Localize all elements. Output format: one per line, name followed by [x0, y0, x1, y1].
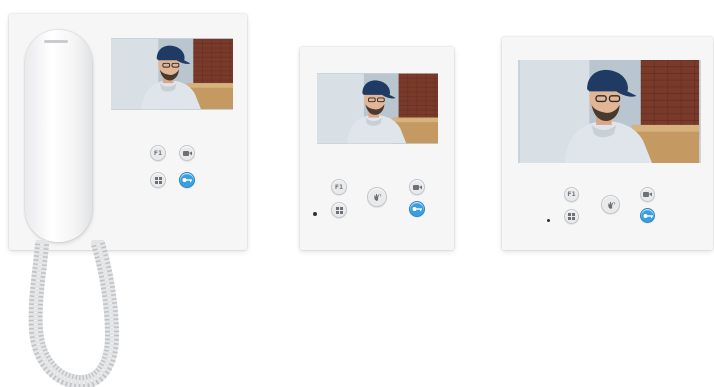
key-icon — [412, 207, 422, 212]
talk-button-3[interactable] — [601, 195, 620, 214]
camera-icon — [643, 192, 652, 197]
video-screen-1 — [111, 38, 233, 110]
f1-button-3[interactable]: F1 — [564, 187, 579, 202]
video-feed-image — [317, 73, 438, 144]
status-led-3 — [547, 219, 550, 222]
f1-label: F1 — [567, 191, 576, 198]
camera-icon — [182, 150, 192, 156]
camera-icon — [412, 184, 422, 190]
menu-button-2[interactable] — [331, 202, 347, 218]
coiled-cord — [28, 240, 120, 387]
camera-button-2[interactable] — [409, 179, 425, 195]
video-feed-image — [518, 60, 701, 163]
f1-button-1[interactable]: F1 — [150, 145, 166, 161]
f1-label: F1 — [153, 149, 163, 157]
door-key-button-3[interactable] — [640, 208, 655, 223]
door-key-button-1[interactable] — [179, 172, 195, 188]
grid-icon — [154, 176, 162, 184]
handset-speaker-slot — [44, 40, 68, 43]
video-screen-2 — [317, 73, 438, 144]
video-feed-image — [111, 38, 233, 110]
intercom-handset[interactable] — [25, 30, 92, 242]
status-led-2 — [313, 212, 317, 216]
camera-button-3[interactable] — [640, 187, 655, 202]
hand-wave-icon — [607, 201, 615, 209]
camera-button-1[interactable] — [179, 145, 195, 161]
grid-icon — [335, 206, 343, 214]
key-icon — [182, 178, 192, 183]
f1-label: F1 — [334, 183, 344, 191]
key-icon — [643, 213, 653, 218]
hand-wave-icon — [374, 193, 382, 201]
door-key-button-2[interactable] — [409, 201, 425, 217]
menu-button-1[interactable] — [150, 172, 166, 188]
talk-button-2[interactable] — [367, 187, 387, 207]
grid-icon — [568, 213, 575, 220]
f1-button-2[interactable]: F1 — [331, 179, 347, 195]
video-screen-3 — [518, 60, 701, 163]
menu-button-3[interactable] — [564, 209, 579, 224]
